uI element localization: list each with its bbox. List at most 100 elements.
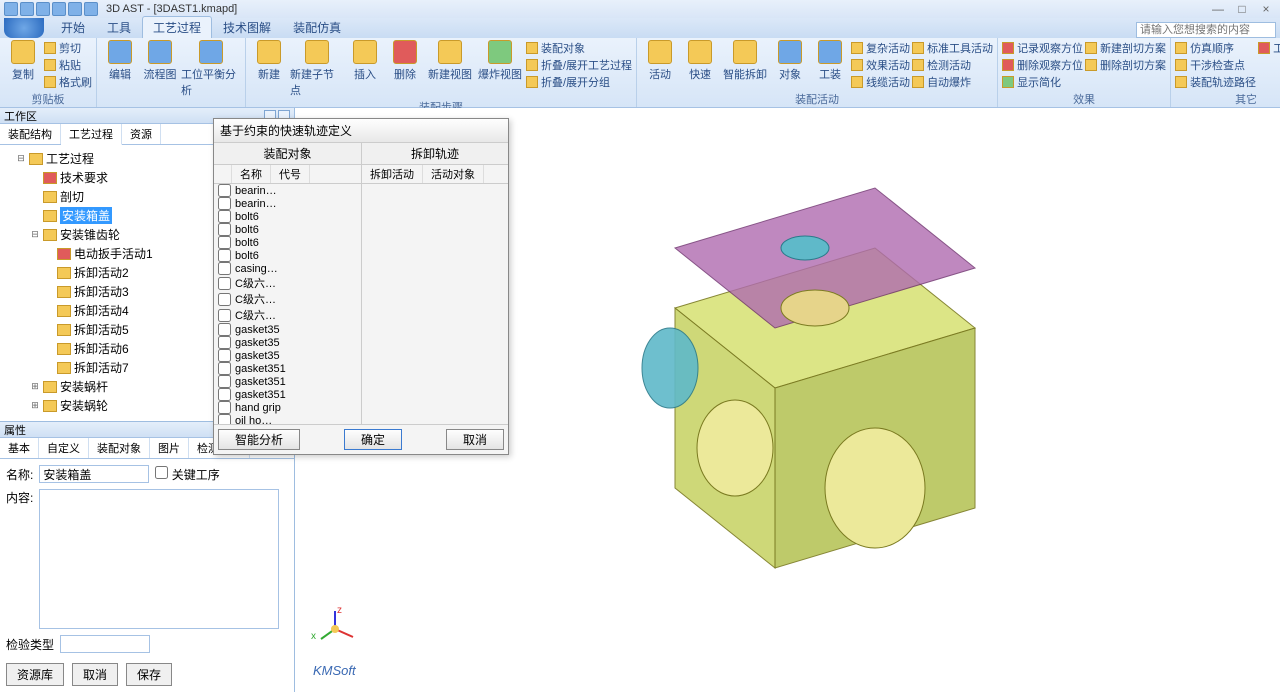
delete-section-button[interactable]: 删除剖切方案: [1085, 57, 1166, 73]
list-item[interactable]: gasket351: [214, 362, 361, 375]
ribbon-tab[interactable]: 装配仿真: [282, 16, 352, 38]
minimize-button[interactable]: —: [1208, 2, 1228, 16]
activity-button[interactable]: 活动: [641, 40, 679, 82]
label: 复制: [12, 66, 34, 82]
record-view-button[interactable]: 记录观察方位: [1002, 40, 1083, 56]
3d-model: [595, 168, 1015, 588]
window-title: 3D AST - [3DAST1.kmapd]: [106, 3, 237, 15]
balance-button[interactable]: 工位平衡分析: [181, 40, 241, 98]
format-painter-button[interactable]: 格式刷: [44, 74, 92, 90]
ribbon-tabstrip: 开始 工具 工艺过程 技术图解 装配仿真: [0, 18, 1280, 38]
list-item[interactable]: casing…: [214, 262, 361, 275]
type-field[interactable]: [60, 635, 150, 653]
detect-activity-button[interactable]: 检测活动: [912, 57, 993, 73]
list-item[interactable]: bearin…: [214, 184, 361, 197]
search-input[interactable]: [1136, 22, 1276, 38]
list-item[interactable]: hand grip: [214, 401, 361, 414]
list-item[interactable]: bolt6: [214, 236, 361, 249]
smartdis-button[interactable]: 智能拆卸: [721, 40, 769, 82]
explode-view-button[interactable]: 爆炸视图: [476, 40, 524, 82]
collapse-group-button[interactable]: 折叠/展开分组: [526, 74, 632, 90]
list-item[interactable]: C级六…: [214, 275, 361, 291]
ribbon-group-effect: 记录观察方位 删除观察方位 显示简化 新建剖切方案 删除剖切方案 效果: [998, 38, 1171, 107]
ok-button[interactable]: 确定: [344, 429, 402, 450]
list-item[interactable]: bolt6: [214, 249, 361, 262]
list-item[interactable]: C级六…: [214, 291, 361, 307]
track-list[interactable]: [362, 184, 508, 424]
new-view-button[interactable]: 新建视图: [426, 40, 474, 82]
qat-btn[interactable]: [68, 2, 82, 16]
object-button[interactable]: 对象: [771, 40, 809, 82]
props-tab[interactable]: 图片: [150, 438, 189, 458]
dock-tab[interactable]: 资源: [122, 124, 161, 144]
resource-button[interactable]: 资源库: [6, 663, 64, 686]
sim-order-button[interactable]: 仿真顺序: [1175, 40, 1256, 56]
list-item[interactable]: gasket35: [214, 336, 361, 349]
auto-explode-button[interactable]: 自动爆炸: [912, 74, 993, 90]
collapse-process-button[interactable]: 折叠/展开工艺过程: [526, 57, 632, 73]
list-item[interactable]: gasket35: [214, 349, 361, 362]
ribbon-tab[interactable]: 技术图解: [212, 16, 282, 38]
assembly-object-button[interactable]: 装配对象: [526, 40, 632, 56]
tooling-button[interactable]: 工装: [811, 40, 849, 82]
props-tab[interactable]: 装配对象: [89, 438, 150, 458]
simplify-button[interactable]: 显示简化: [1002, 74, 1083, 90]
qat-btn[interactable]: [20, 2, 34, 16]
list-item[interactable]: oil ho…: [214, 414, 361, 424]
new-section-button[interactable]: 新建剖切方案: [1085, 40, 1166, 56]
cut-button[interactable]: 剪切: [44, 40, 92, 56]
dialog-cancel-button[interactable]: 取消: [446, 429, 504, 450]
object-list[interactable]: bearin…bearin…bolt6bolt6bolt6bolt6casing…: [214, 184, 361, 424]
list-item[interactable]: bearin…: [214, 197, 361, 210]
name-field[interactable]: [39, 465, 149, 483]
edit-button[interactable]: 编辑: [101, 40, 139, 82]
flowchart-button[interactable]: 流程图: [141, 40, 179, 82]
dock-tab[interactable]: 工艺过程: [61, 124, 122, 145]
ribbon-tab[interactable]: 工具: [96, 16, 142, 38]
props-tab[interactable]: 自定义: [39, 438, 89, 458]
reuse-button[interactable]: 工艺复用: [1258, 40, 1280, 56]
content-label: 内容:: [6, 489, 33, 506]
name-label: 名称:: [6, 466, 33, 483]
work-area: 工作区 装配结构 工艺过程 资源 ⊟工艺过程 技术要求 剖切 安装箱盖 ⊟安装锥…: [0, 108, 1280, 692]
ribbon-group-edit: 编辑 流程图 工位平衡分析: [97, 38, 246, 107]
list-item[interactable]: bolt6: [214, 210, 361, 223]
qat-btn[interactable]: [36, 2, 50, 16]
qat-btn[interactable]: [52, 2, 66, 16]
std-tool-activity-button[interactable]: 标准工具活动: [912, 40, 993, 56]
interfere-button[interactable]: 干涉检查点: [1175, 57, 1256, 73]
new-child-button[interactable]: 新建子节点: [290, 40, 344, 98]
ribbon-group-steps: 新建 新建子节点 插入 删除 新建视图 爆炸视图 装配对象 折叠/展开工艺过程 …: [246, 38, 637, 107]
list-item[interactable]: gasket351: [214, 388, 361, 401]
insert-button[interactable]: 插入: [346, 40, 384, 82]
qat-btn[interactable]: [84, 2, 98, 16]
quick-access-toolbar: [4, 2, 98, 16]
cancel-button[interactable]: 取消: [72, 663, 118, 686]
fast-button[interactable]: 快速: [681, 40, 719, 82]
new-button[interactable]: 新建: [250, 40, 288, 82]
maximize-button[interactable]: □: [1232, 2, 1252, 16]
delete-button[interactable]: 删除: [386, 40, 424, 82]
save-button[interactable]: 保存: [126, 663, 172, 686]
smart-analyze-button[interactable]: 智能分析: [218, 429, 300, 450]
app-menu-button[interactable]: [4, 18, 44, 38]
dock-tab[interactable]: 装配结构: [0, 124, 61, 144]
track-path-button[interactable]: 装配轨迹路径: [1175, 74, 1256, 90]
ribbon-tab[interactable]: 开始: [50, 16, 96, 38]
copy-button[interactable]: 复制: [4, 40, 42, 82]
close-button[interactable]: ×: [1256, 2, 1276, 16]
paste-button[interactable]: 粘贴: [44, 57, 92, 73]
ribbon-tab[interactable]: 工艺过程: [142, 16, 212, 38]
effect-activity-button[interactable]: 效果活动: [851, 57, 910, 73]
list-item[interactable]: gasket35: [214, 323, 361, 336]
list-item[interactable]: bolt6: [214, 223, 361, 236]
complex-activity-button[interactable]: 复杂活动: [851, 40, 910, 56]
qat-btn[interactable]: [4, 2, 18, 16]
key-checkbox[interactable]: 关键工序: [155, 466, 219, 483]
list-item[interactable]: gasket351: [214, 375, 361, 388]
content-field[interactable]: [39, 489, 279, 629]
props-tab[interactable]: 基本: [0, 438, 39, 458]
list-item[interactable]: C级六…: [214, 307, 361, 323]
cable-activity-button[interactable]: 线缆活动: [851, 74, 910, 90]
delete-view-button[interactable]: 删除观察方位: [1002, 57, 1083, 73]
